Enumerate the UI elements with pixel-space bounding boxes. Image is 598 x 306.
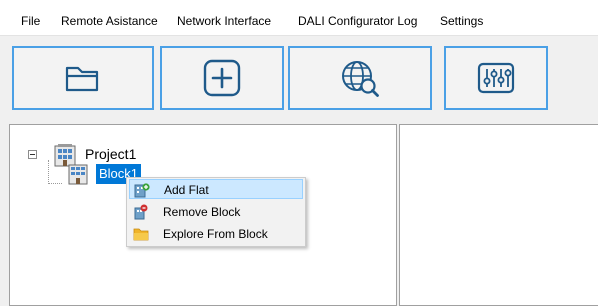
menu-file[interactable]: File: [21, 14, 40, 28]
folder-icon: [65, 66, 99, 92]
network-search-button[interactable]: [288, 46, 432, 110]
details-panel: [399, 124, 598, 306]
remove-block-menu-item[interactable]: Remove Block: [129, 202, 303, 222]
menu-bar: File Remote Asistance Network Interface …: [0, 0, 598, 36]
remove-block-icon: [134, 204, 148, 220]
explore-from-block-label: Explore From Block: [163, 227, 268, 241]
tree-connector: [48, 160, 49, 184]
plus-icon: [203, 59, 241, 97]
tree-item-project[interactable]: Project1: [85, 146, 136, 162]
collapse-toggle[interactable]: [28, 150, 37, 159]
menu-settings[interactable]: Settings: [440, 14, 483, 28]
menu-remote-assistance[interactable]: Remote Asistance: [61, 14, 158, 28]
remove-block-label: Remove Block: [163, 205, 241, 219]
tree-connector: [48, 183, 62, 184]
menu-network-interface[interactable]: Network Interface: [177, 14, 271, 28]
block-building-icon: [68, 164, 88, 185]
add-flat-menu-item[interactable]: Add Flat: [129, 179, 303, 199]
add-flat-icon: [134, 183, 150, 198]
sliders-icon: [477, 62, 515, 94]
context-menu: Add Flat Remove Block Explore From Block: [126, 177, 306, 247]
explore-from-block-menu-item[interactable]: Explore From Block: [129, 224, 303, 244]
toolbar: [12, 40, 598, 118]
folder-icon: [133, 228, 149, 241]
menu-dali-configurator-log[interactable]: DALI Configurator Log: [298, 14, 417, 28]
add-flat-label: Add Flat: [164, 183, 209, 197]
add-button[interactable]: [160, 46, 284, 110]
globe-search-icon: [342, 61, 379, 97]
open-project-button[interactable]: [12, 46, 154, 110]
configurator-button[interactable]: [444, 46, 548, 110]
